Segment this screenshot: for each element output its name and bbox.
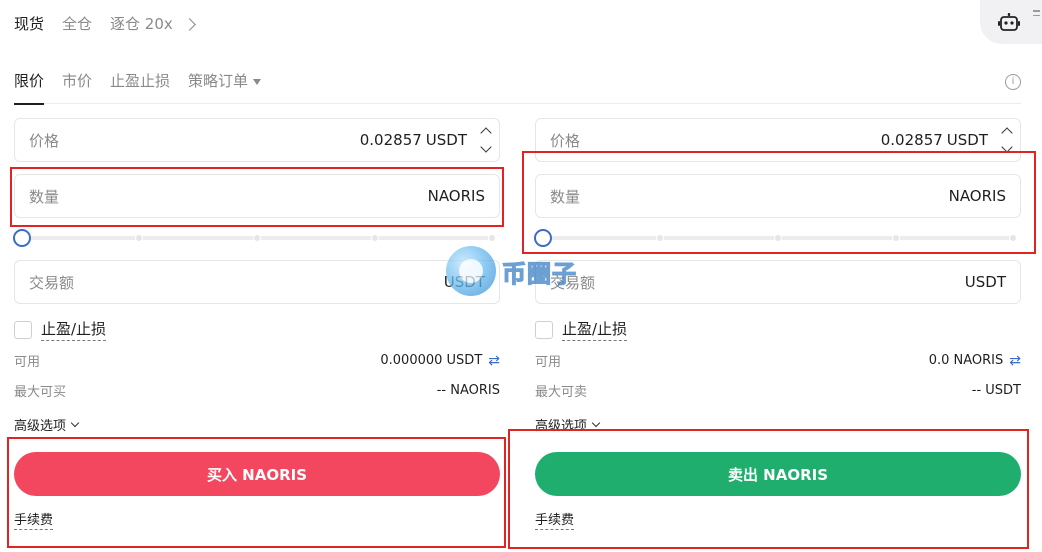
sell-button[interactable]: 卖出 NAORIS	[535, 452, 1021, 496]
caret-down-icon	[253, 78, 262, 85]
chevron-down-icon	[591, 418, 601, 428]
robot-panel	[980, 0, 1042, 44]
buy-quantity-label: 数量	[29, 187, 60, 206]
sell-tpsl-toggle[interactable]: 止盈/止损	[535, 318, 628, 341]
tab-market[interactable]: 市价	[62, 70, 92, 104]
buy-price-unit: USDT	[425, 131, 467, 149]
slider-mark[interactable]	[892, 234, 900, 242]
margin-mode-tabs: 现货 全仓 逐仓 20x	[14, 14, 196, 34]
chevron-down-icon[interactable]	[1001, 141, 1013, 153]
tab-strategy-label: 策略订单	[188, 72, 249, 90]
sell-price-value[interactable]: 0.02857	[881, 131, 943, 149]
chevron-down-icon	[70, 418, 80, 428]
sell-advanced-label: 高级选项	[535, 419, 588, 434]
tab-limit[interactable]: 限价	[14, 70, 45, 105]
slider-thumb[interactable]	[534, 229, 552, 247]
buy-available-label: 可用	[14, 355, 41, 370]
sell-price-unit: USDT	[946, 131, 988, 149]
swap-icon[interactable]: ⇄	[1009, 353, 1021, 369]
sell-available-row: 可用 0.0 NAORIS ⇄	[535, 351, 1021, 371]
buy-amount-label: 交易额	[29, 273, 75, 292]
tab-isolated[interactable]: 逐仓 20x	[110, 14, 173, 34]
menu-icon[interactable]	[1033, 10, 1040, 19]
buy-quantity-field[interactable]: 数量 NAORIS	[14, 174, 500, 218]
buy-button[interactable]: 买入 NAORIS	[14, 452, 500, 496]
buy-tpsl-checkbox[interactable]	[14, 320, 32, 339]
sell-advanced-options[interactable]: 高级选项	[535, 415, 601, 434]
buy-tpsl-label: 止盈/止损	[41, 318, 107, 341]
slider-mark[interactable]	[774, 234, 782, 242]
watermark-logo-icon	[446, 246, 496, 296]
buy-quantity-unit: NAORIS	[427, 187, 485, 205]
buy-advanced-options[interactable]: 高级选项	[14, 415, 80, 434]
buy-fee-text: 手续费	[14, 513, 54, 530]
buy-max-value: -- NAORIS	[436, 383, 500, 398]
robot-icon[interactable]	[998, 13, 1020, 31]
slider-thumb[interactable]	[13, 229, 31, 247]
chevron-up-icon[interactable]	[480, 127, 492, 139]
buy-amount-field[interactable]: 交易额 USDT	[14, 260, 500, 304]
chevron-up-icon[interactable]	[1001, 127, 1013, 139]
slider-mark[interactable]	[371, 234, 379, 242]
swap-icon[interactable]: ⇄	[488, 353, 500, 369]
buy-price-value[interactable]: 0.02857	[360, 131, 422, 149]
sell-amount-unit: USDT	[964, 273, 1006, 291]
sell-available-label: 可用	[535, 355, 562, 370]
buy-available-value: 0.000000 USDT	[380, 353, 483, 368]
buy-max-label: 最大可买	[14, 385, 67, 400]
buy-available-row: 可用 0.000000 USDT ⇄	[14, 351, 500, 371]
buy-advanced-label: 高级选项	[14, 419, 67, 434]
sell-quantity-field[interactable]: 数量 NAORIS	[535, 174, 1021, 218]
watermark: 币圈子	[446, 246, 577, 296]
buy-price-stepper[interactable]	[473, 118, 499, 162]
sell-quantity-unit: NAORIS	[948, 187, 1006, 205]
sell-tpsl-label: 止盈/止损	[562, 318, 628, 341]
buy-max-row: 最大可买 -- NAORIS	[14, 381, 500, 400]
slider-mark[interactable]	[135, 234, 143, 242]
buy-fee-label[interactable]: 手续费	[14, 509, 54, 530]
tab-cross[interactable]: 全仓	[62, 14, 92, 34]
sell-quantity-label: 数量	[550, 187, 581, 206]
buy-price-field[interactable]: 价格 0.02857 USDT	[14, 118, 500, 162]
sell-fee-text: 手续费	[535, 513, 575, 530]
watermark-text: 币圈子	[501, 259, 577, 288]
chevron-down-icon[interactable]	[480, 141, 492, 153]
sell-slider[interactable]	[534, 228, 1021, 248]
sell-price-stepper[interactable]	[994, 118, 1020, 162]
tab-spot[interactable]: 现货	[14, 14, 44, 34]
slider-mark[interactable]	[656, 234, 664, 242]
chevron-right-icon[interactable]	[182, 17, 196, 31]
buy-slider[interactable]	[13, 228, 500, 248]
slider-mark[interactable]	[488, 234, 496, 242]
sell-max-value: -- USDT	[971, 383, 1021, 398]
sell-available-value: 0.0 NAORIS	[928, 353, 1004, 368]
order-type-tabs: 限价 市价 止盈止损 策略订单 i	[14, 70, 1021, 105]
buy-price-label: 价格	[29, 131, 60, 150]
sell-price-label: 价格	[550, 131, 581, 150]
tab-strategy[interactable]: 策略订单	[188, 70, 262, 104]
sell-price-field[interactable]: 价格 0.02857 USDT	[535, 118, 1021, 162]
sell-max-label: 最大可卖	[535, 385, 588, 400]
info-icon[interactable]: i	[1005, 74, 1021, 90]
sell-amount-field[interactable]: 交易额 USDT	[535, 260, 1021, 304]
sell-fee-label[interactable]: 手续费	[535, 509, 575, 530]
sell-tpsl-checkbox[interactable]	[535, 320, 553, 339]
sell-max-row: 最大可卖 -- USDT	[535, 381, 1021, 400]
buy-tpsl-toggle[interactable]: 止盈/止损	[14, 318, 107, 341]
slider-mark[interactable]	[253, 234, 261, 242]
tab-tpsl[interactable]: 止盈止损	[110, 70, 170, 104]
slider-mark[interactable]	[1009, 234, 1017, 242]
